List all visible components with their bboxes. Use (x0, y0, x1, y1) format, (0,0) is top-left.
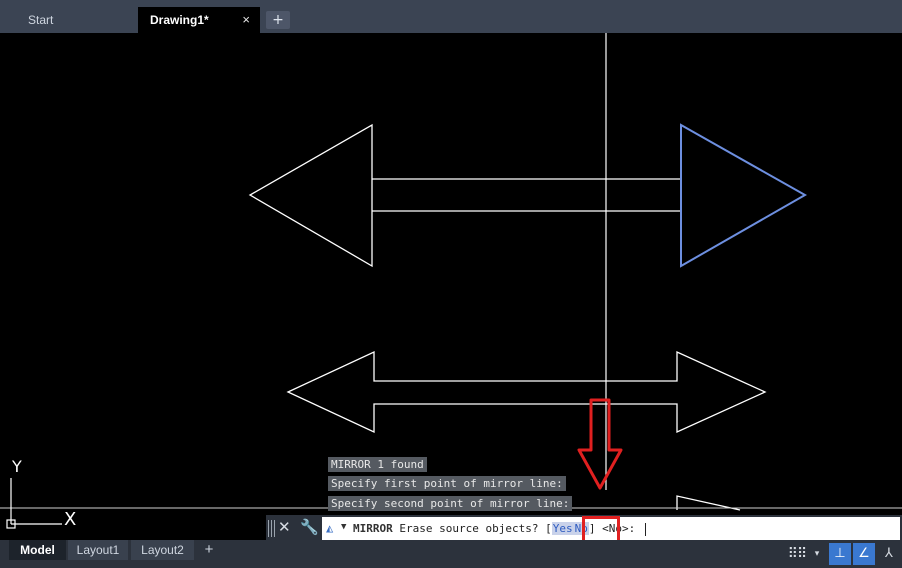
grid-icon[interactable]: ⠿⠿ (786, 543, 808, 565)
drawing-canvas[interactable]: Y X (0, 33, 902, 540)
command-name: MIRROR (353, 522, 393, 535)
tab-layout2[interactable]: Layout2 (131, 540, 194, 560)
wrench-icon[interactable]: 🔧 (300, 518, 319, 536)
history-line-1: MIRROR 1 found (328, 457, 427, 472)
add-layout-button[interactable]: + (199, 540, 219, 560)
tab-layout1[interactable]: Layout1 (68, 540, 128, 560)
recent-commands-dropdown-icon[interactable]: ▼ (341, 516, 346, 539)
drag-handle[interactable] (268, 520, 276, 537)
prompt-text: Erase source objects? [ (392, 522, 552, 535)
selected-right-arrowhead[interactable] (680, 123, 808, 268)
tab-start-label: Start (28, 13, 54, 27)
close-tab-icon[interactable]: × (242, 7, 250, 33)
upper-left-arrowhead[interactable] (248, 123, 373, 268)
history-line-3: Specify second point of mirror line: (328, 496, 573, 511)
history-line-2: Specify first point of mirror line: (328, 476, 566, 491)
close-icon[interactable]: ✕ (278, 518, 291, 536)
ucs-icon (6, 478, 62, 529)
chevron-down-icon[interactable]: ▾ (810, 543, 824, 565)
tab-start[interactable]: Start (0, 7, 138, 33)
tab-drawing1-label: Drawing1* (150, 13, 209, 27)
ucs-x-label: X (64, 509, 76, 530)
layout-tab-bar: Model Layout1 Layout2 + ⠿⠿ ▾ ⊥ ∠ ⅄ (0, 540, 902, 568)
snap-icon[interactable]: ⊥ (829, 543, 851, 565)
text-cursor (644, 522, 646, 536)
tab-model[interactable]: Model (9, 540, 66, 560)
document-tab-bar: Start Drawing1* × + (0, 0, 902, 33)
new-tab-button[interactable]: + (266, 11, 290, 29)
ucs-y-label: Y (11, 457, 22, 476)
ortho-icon[interactable]: ∠ (853, 543, 875, 565)
annotation-arrow (577, 398, 623, 490)
option-yes[interactable]: Yes (551, 522, 574, 535)
tab-drawing1[interactable]: Drawing1* × (138, 7, 260, 33)
polar-icon[interactable]: ⅄ (878, 543, 900, 565)
lower-double-arrow[interactable] (286, 350, 767, 434)
mirror-icon: ◭ (326, 521, 334, 535)
